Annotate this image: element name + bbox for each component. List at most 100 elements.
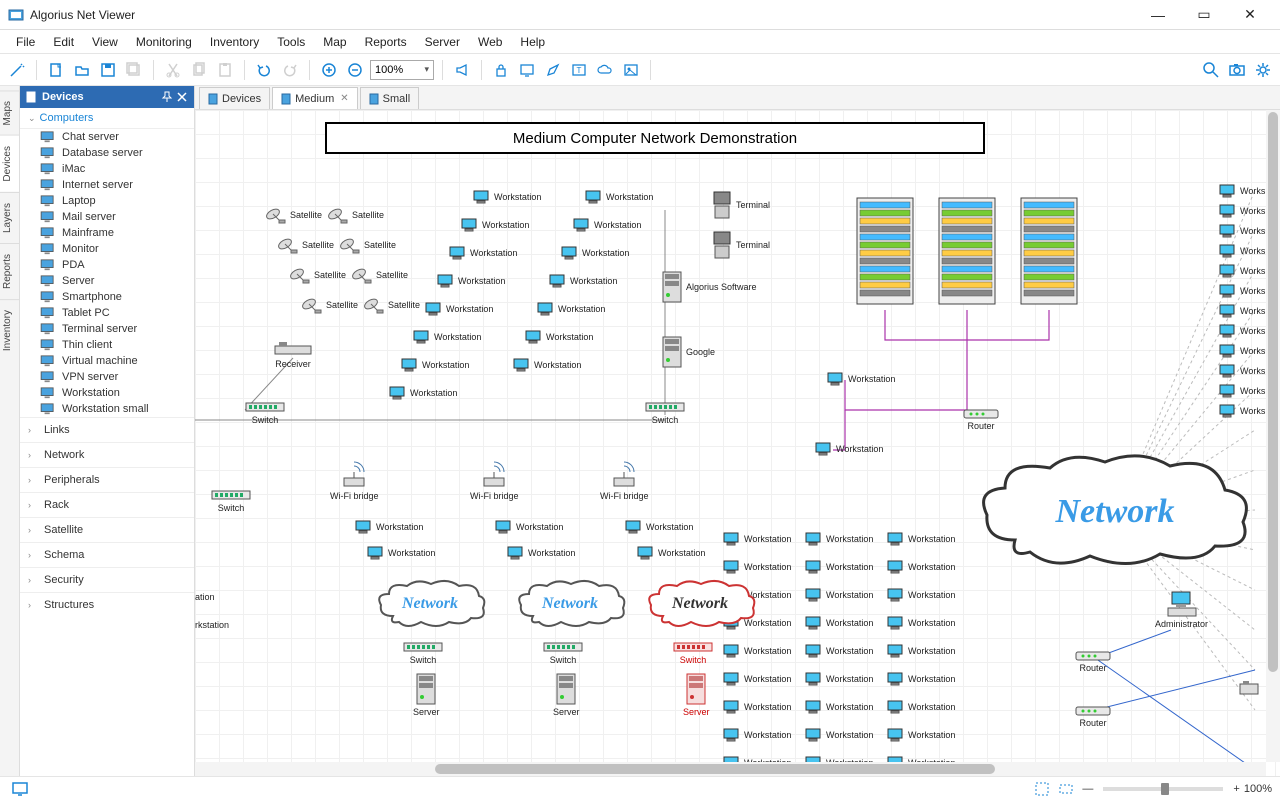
switch-node[interactable]: Switch: [543, 640, 583, 665]
tree-group-rack[interactable]: ›Rack: [20, 492, 194, 517]
server-node[interactable]: Algorius Software: [661, 270, 757, 304]
workstation-node[interactable]: Workstation: [887, 644, 955, 658]
device-smartphone[interactable]: Smartphone: [20, 289, 194, 305]
tree-group-peripherals[interactable]: ›Peripherals: [20, 467, 194, 492]
server-node[interactable]: Google: [661, 335, 715, 369]
workstation-node[interactable]: Workstation: [513, 358, 581, 372]
pin-icon[interactable]: [161, 91, 173, 103]
workstation-node[interactable]: Workstation: [815, 442, 883, 456]
workstation-node[interactable]: Workstation: [401, 358, 469, 372]
workstation-node[interactable]: Workstation: [723, 700, 791, 714]
zoom-out-icon[interactable]: [344, 59, 366, 81]
phone-node[interactable]: [1239, 680, 1262, 696]
switch-node[interactable]: Switch: [403, 640, 443, 665]
switch-node[interactable]: Switch: [245, 400, 285, 425]
rack-node[interactable]: [937, 196, 997, 307]
device-vpn-server[interactable]: VPN server: [20, 369, 194, 385]
workstation-node[interactable]: Workstation: [495, 520, 563, 534]
workstation-node[interactable]: ation: [195, 592, 215, 602]
rail-tab-devices[interactable]: Devices: [0, 135, 19, 192]
wifi-bridge-node[interactable]: Wi-Fi bridge: [470, 460, 519, 501]
zoom-in-icon[interactable]: [318, 59, 340, 81]
workstation-node[interactable]: Works: [1219, 284, 1265, 298]
menu-server[interactable]: Server: [417, 32, 468, 52]
workstation-node[interactable]: Workstation: [805, 560, 873, 574]
workstation-node[interactable]: Workstation: [637, 546, 705, 560]
device-thin-client[interactable]: Thin client: [20, 337, 194, 353]
workstation-node[interactable]: Workstation: [473, 190, 541, 204]
rack-node[interactable]: [855, 196, 915, 307]
satellite-node[interactable]: Satellite: [363, 296, 420, 314]
terminal-node[interactable]: Terminal: [711, 230, 770, 260]
workstation-node[interactable]: Workstation: [537, 302, 605, 316]
workstation-node[interactable]: Workstation: [805, 532, 873, 546]
tree-group-security[interactable]: ›Security: [20, 567, 194, 592]
workstation-node[interactable]: Works: [1219, 344, 1265, 358]
satellite-node[interactable]: Satellite: [351, 266, 408, 284]
workstation-node[interactable]: Workstation: [437, 274, 505, 288]
cloud-icon[interactable]: [594, 59, 616, 81]
workstation-node[interactable]: Works: [1219, 304, 1265, 318]
announce-icon[interactable]: [451, 59, 473, 81]
cut-icon[interactable]: [162, 59, 184, 81]
close-icon[interactable]: [176, 91, 188, 103]
server-node[interactable]: Server: [683, 672, 710, 717]
tree-group-network[interactable]: ›Network: [20, 442, 194, 467]
rail-tab-reports[interactable]: Reports: [0, 243, 19, 299]
open-icon[interactable]: [71, 59, 93, 81]
close-icon[interactable]: ✕: [340, 93, 348, 104]
workstation-node[interactable]: Works: [1219, 324, 1265, 338]
menu-help[interactable]: Help: [512, 32, 553, 52]
workstation-node[interactable]: Workstation: [887, 588, 955, 602]
workstation-node[interactable]: Works: [1219, 384, 1265, 398]
workstation-node[interactable]: Workstation: [887, 616, 955, 630]
satellite-node[interactable]: Satellite: [289, 266, 346, 284]
device-laptop[interactable]: Laptop: [20, 193, 194, 209]
switch-node[interactable]: Switch: [211, 488, 251, 513]
tree-group-structures[interactable]: ›Structures: [20, 592, 194, 617]
monitor-icon[interactable]: [12, 781, 28, 797]
tree-group-schema[interactable]: ›Schema: [20, 542, 194, 567]
workstation-node[interactable]: rkstation: [195, 620, 229, 630]
workstation-node[interactable]: Workstation: [573, 218, 641, 232]
terminal-node[interactable]: Terminal: [711, 190, 770, 220]
workstation-node[interactable]: Workstation: [585, 190, 653, 204]
wand-icon[interactable]: [6, 59, 28, 81]
workstation-node[interactable]: Workstation: [805, 700, 873, 714]
administrator-node[interactable]: Administrator: [1155, 590, 1208, 629]
workstation-node[interactable]: Workstation: [805, 588, 873, 602]
rail-tab-maps[interactable]: Maps: [0, 90, 19, 135]
workstation-node[interactable]: Works: [1219, 184, 1265, 198]
network-cloud-large[interactable]: Network: [975, 450, 1255, 570]
camera-icon[interactable]: [1226, 59, 1248, 81]
device-virtual-machine[interactable]: Virtual machine: [20, 353, 194, 369]
device-workstation[interactable]: Workstation: [20, 385, 194, 401]
menu-inventory[interactable]: Inventory: [202, 32, 267, 52]
zoom-combo[interactable]: 100%▾: [370, 60, 434, 80]
device-chat-server[interactable]: Chat server: [20, 129, 194, 145]
doc-tab-devices[interactable]: Devices: [199, 87, 270, 109]
satellite-node[interactable]: Satellite: [327, 206, 384, 224]
redo-icon[interactable]: [279, 59, 301, 81]
minimize-button[interactable]: —: [1136, 1, 1180, 29]
workstation-node[interactable]: Workstation: [367, 546, 435, 560]
workstation-node[interactable]: Workstation: [723, 644, 791, 658]
server-node[interactable]: Server: [413, 672, 440, 717]
menu-file[interactable]: File: [8, 32, 43, 52]
copy-icon[interactable]: [188, 59, 210, 81]
router-node[interactable]: Router: [1075, 650, 1111, 673]
panel-body[interactable]: ⌄ComputersChat serverDatabase serveriMac…: [20, 108, 194, 776]
switch-node[interactable]: Switch: [673, 640, 713, 665]
device-server[interactable]: Server: [20, 273, 194, 289]
satellite-node[interactable]: Satellite: [339, 236, 396, 254]
tree-group-computers[interactable]: ⌄Computers: [20, 108, 194, 129]
workstation-node[interactable]: Workstation: [389, 386, 457, 400]
menu-reports[interactable]: Reports: [357, 32, 415, 52]
maximize-button[interactable]: ▭: [1182, 1, 1226, 29]
text-icon[interactable]: T: [568, 59, 590, 81]
network-cloud[interactable]: Network: [645, 578, 755, 633]
fit-icon[interactable]: [1034, 781, 1050, 797]
workstation-node[interactable]: Works: [1219, 244, 1265, 258]
server-node[interactable]: Server: [553, 672, 580, 717]
workstation-node[interactable]: Workstation: [549, 274, 617, 288]
